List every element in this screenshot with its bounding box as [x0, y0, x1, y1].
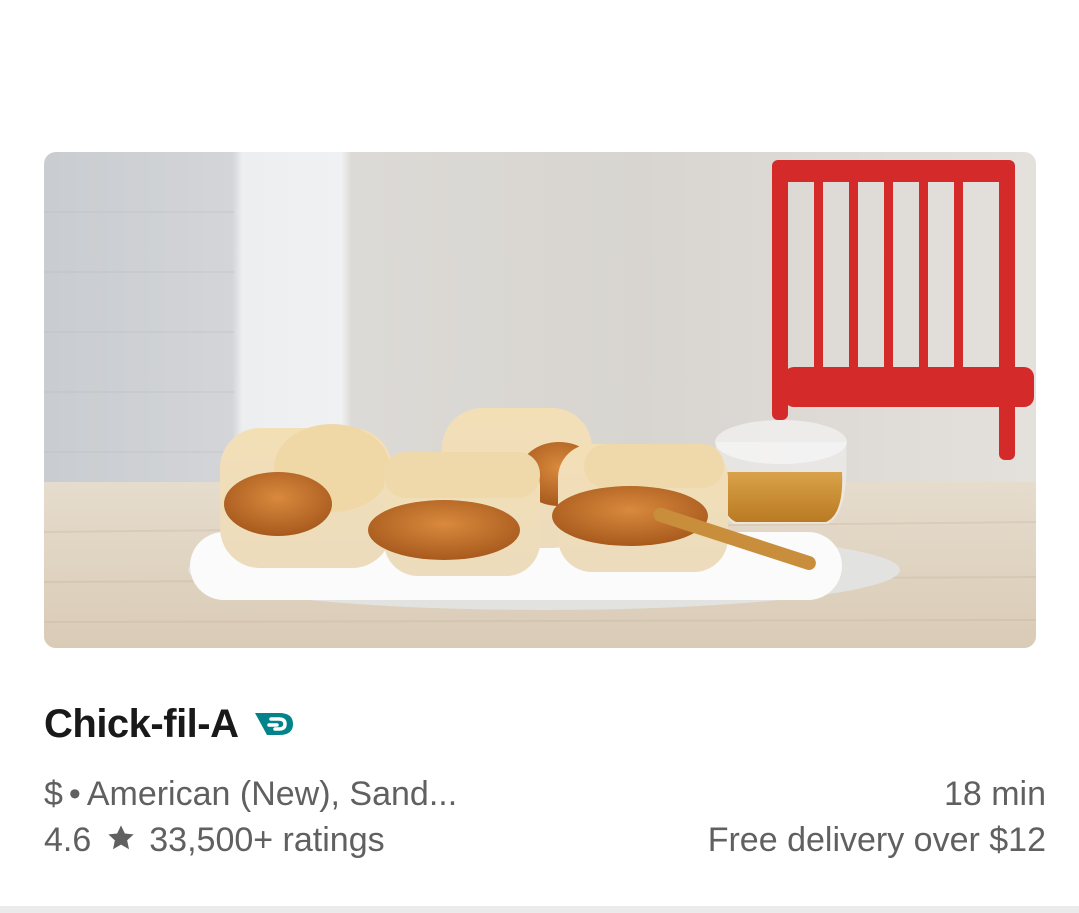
store-rating: 4.6 33,500+ ratings: [44, 821, 385, 863]
store-name: Chick-fil-A: [44, 701, 239, 746]
store-card[interactable]: Chick-fil-A $ • American (New), Sand... 18…: [44, 152, 1046, 902]
store-tags: $ • American (New), Sand...: [44, 775, 457, 814]
price-range: $: [44, 775, 63, 813]
dashpass-icon: [253, 709, 299, 739]
store-hero-image[interactable]: [44, 152, 1036, 648]
store-title-row: Chick-fil-A: [44, 700, 299, 748]
delivery-fee: Free delivery over $12: [707, 821, 1046, 859]
rating-value: 4.6: [44, 821, 92, 859]
separator-dot: •: [68, 775, 81, 813]
star-icon: [105, 822, 137, 863]
screen: Chick-fil-A $ • American (New), Sand... 18…: [0, 0, 1079, 913]
section-divider: [0, 906, 1079, 913]
cuisine-list: American (New), Sand...: [86, 775, 458, 813]
delivery-eta: 18 min: [943, 775, 1046, 813]
ratings-count: 33,500+ ratings: [149, 821, 385, 859]
